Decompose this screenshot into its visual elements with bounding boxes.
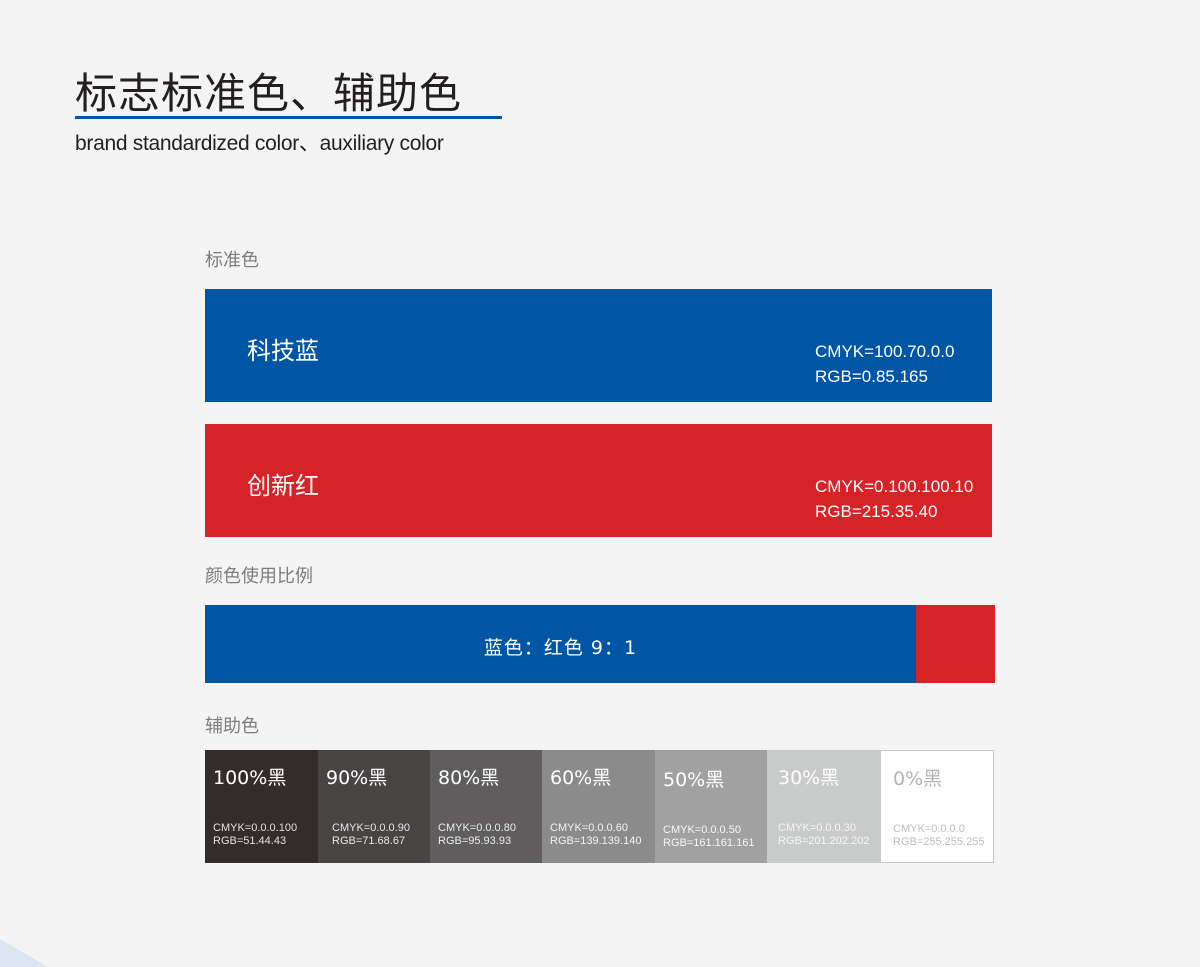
swatch-values: CMYK=0.0.0.100 RGB=51.44.43: [213, 822, 297, 848]
swatch-cmyk: CMYK=0.0.0.80: [438, 822, 516, 834]
swatch-0-black: 0%黑 CMYK=0.0.0.0 RGB=255.255.255: [880, 750, 994, 863]
color-rgb: RGB=215.35.40: [815, 502, 938, 521]
swatch-name: 0%黑: [893, 768, 943, 790]
usage-ratio-bar: 蓝色：红色 9：1: [205, 605, 995, 683]
swatch-cmyk: CMYK=0.0.0.30: [778, 822, 856, 834]
page-title: 标志标准色、辅助色: [75, 69, 463, 118]
page-subtitle: brand standardized color、auxiliary color: [75, 132, 444, 155]
auxiliary-swatches: 100%黑 CMYK=0.0.0.100 RGB=51.44.43 90%黑 C…: [205, 750, 994, 863]
swatch-values: CMYK=0.0.0.80 RGB=95.93.93: [438, 822, 516, 848]
swatch-values: CMYK=0.0.0.0 RGB=255.255.255: [893, 823, 984, 849]
swatch-values: CMYK=0.0.0.50 RGB=161.161.161: [663, 824, 754, 850]
color-values: CMYK=100.70.0.0 RGB=0.85.165: [815, 339, 954, 389]
swatch-cmyk: CMYK=0.0.0.50: [663, 824, 741, 836]
corner-decoration: [0, 939, 48, 967]
swatch-rgb: RGB=201.202.202: [778, 835, 870, 847]
swatch-values: CMYK=0.0.0.90 RGB=71.68.67: [332, 822, 410, 848]
swatch-name: 90%黑: [326, 767, 388, 789]
swatch-name: 80%黑: [438, 767, 500, 789]
swatch-rgb: RGB=71.68.67: [332, 835, 406, 847]
swatch-100-black: 100%黑 CMYK=0.0.0.100 RGB=51.44.43: [205, 750, 318, 863]
swatch-50-black: 50%黑 CMYK=0.0.0.50 RGB=161.161.161: [655, 750, 767, 863]
swatch-cmyk: CMYK=0.0.0.60: [550, 822, 628, 834]
swatch-80-black: 80%黑 CMYK=0.0.0.80 RGB=95.93.93: [430, 750, 542, 863]
swatch-name: 30%黑: [778, 767, 840, 789]
swatch-values: CMYK=0.0.0.60 RGB=139.139.140: [550, 822, 641, 848]
swatch-name: 60%黑: [550, 767, 612, 789]
color-cmyk: CMYK=100.70.0.0: [815, 342, 955, 361]
color-values: CMYK=0.100.100.10 RGB=215.35.40: [815, 474, 973, 524]
swatch-rgb: RGB=139.139.140: [550, 835, 642, 847]
auxiliary-color-label: 辅助色: [205, 716, 259, 737]
color-rgb: RGB=0.85.165: [815, 367, 928, 386]
swatch-cmyk: CMYK=0.0.0.90: [332, 822, 410, 834]
swatch-cmyk: CMYK=0.0.0.0: [893, 823, 965, 835]
color-cmyk: CMYK=0.100.100.10: [815, 477, 974, 496]
swatch-90-black: 90%黑 CMYK=0.0.0.90 RGB=71.68.67: [318, 750, 430, 863]
swatch-60-black: 60%黑 CMYK=0.0.0.60 RGB=139.139.140: [542, 750, 655, 863]
swatch-rgb: RGB=95.93.93: [438, 835, 512, 847]
standard-color-blue: 科技蓝 CMYK=100.70.0.0 RGB=0.85.165: [205, 289, 992, 402]
usage-ratio-label: 颜色使用比例: [205, 566, 313, 587]
swatch-name: 100%黑: [213, 767, 287, 789]
color-name: 创新红: [247, 472, 319, 500]
ratio-text: 蓝色：红色 9：1: [483, 637, 638, 659]
ratio-blue-segment: 蓝色：红色 9：1: [205, 605, 916, 683]
title-underline: [75, 116, 502, 119]
swatch-name: 50%黑: [663, 769, 725, 791]
swatch-rgb: RGB=51.44.43: [213, 835, 287, 847]
swatch-rgb: RGB=255.255.255: [893, 836, 985, 848]
swatch-values: CMYK=0.0.0.30 RGB=201.202.202: [778, 822, 869, 848]
color-name: 科技蓝: [247, 337, 319, 365]
standard-color-red: 创新红 CMYK=0.100.100.10 RGB=215.35.40: [205, 424, 992, 537]
ratio-red-segment: [916, 605, 995, 683]
standard-color-label: 标准色: [205, 250, 259, 271]
swatch-rgb: RGB=161.161.161: [663, 837, 755, 849]
swatch-cmyk: CMYK=0.0.0.100: [213, 822, 298, 834]
swatch-30-black: 30%黑 CMYK=0.0.0.30 RGB=201.202.202: [767, 750, 880, 863]
